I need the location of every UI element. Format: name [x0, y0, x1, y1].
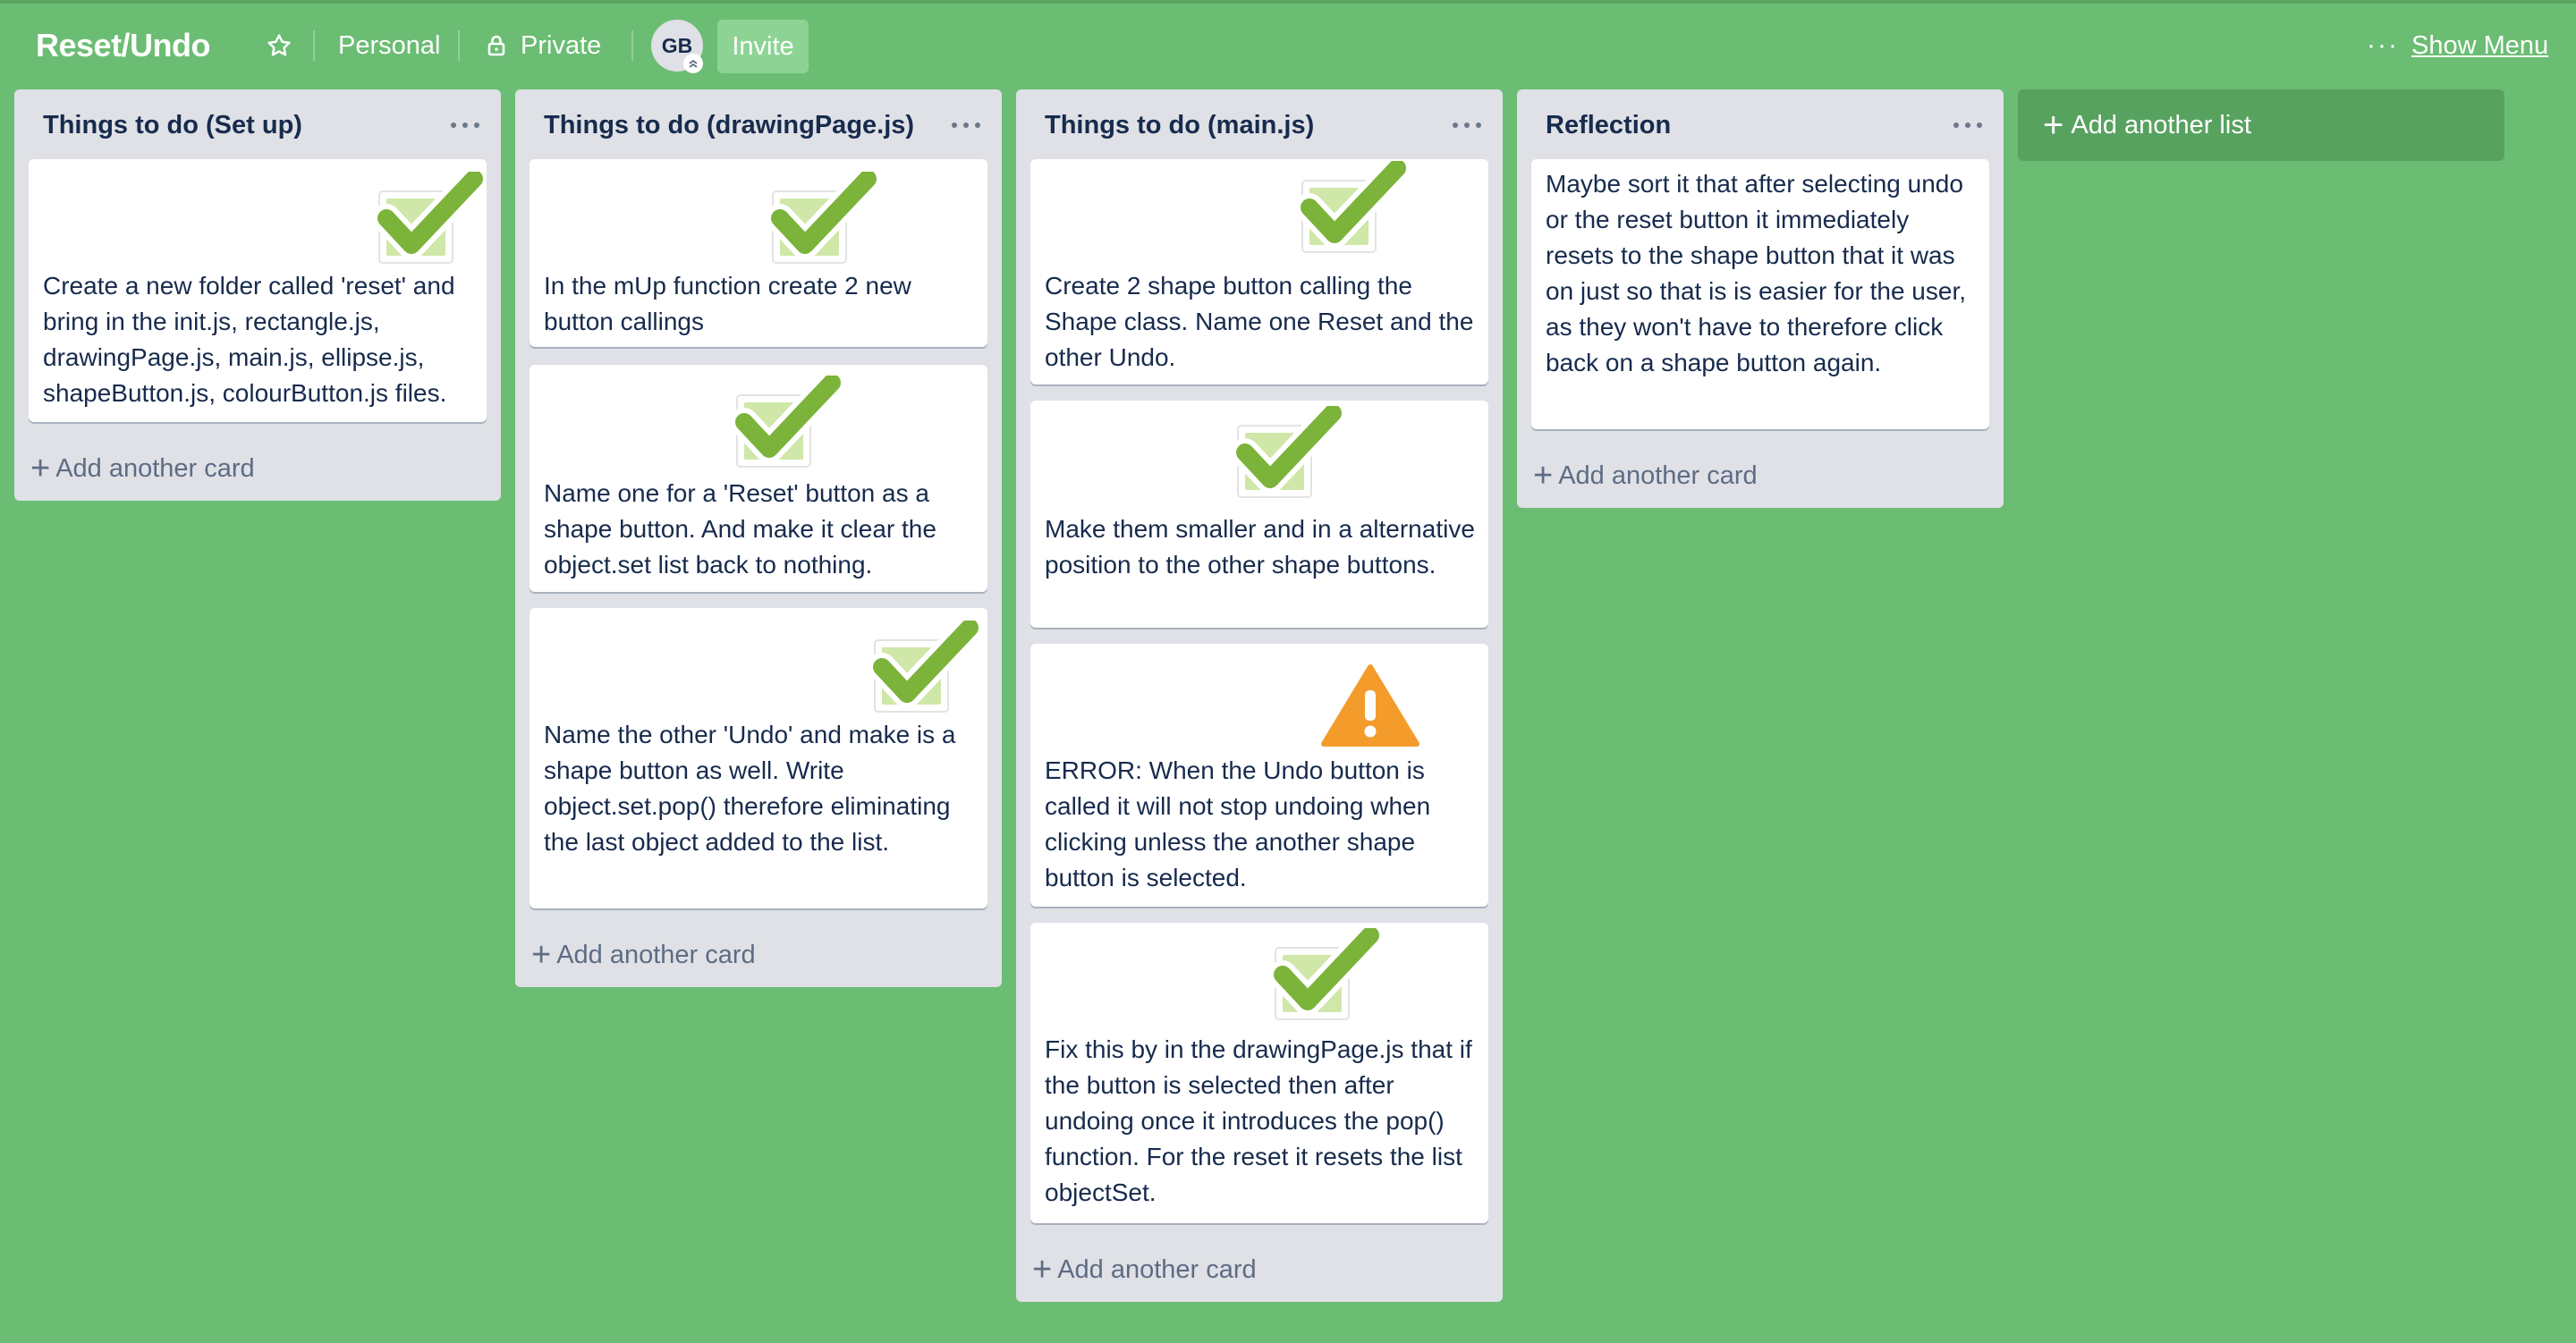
checkmark-icon — [1297, 161, 1410, 253]
plus-icon: + — [2043, 106, 2064, 145]
add-card-button[interactable]: + Add another card — [30, 449, 255, 488]
checkmark-icon — [374, 172, 487, 264]
header-divider — [458, 30, 460, 61]
add-card-label: Add another card — [556, 940, 756, 969]
board-header: Reset/Undo Personal Private GB Invite ··… — [0, 0, 2576, 86]
list-title[interactable]: Things to do (drawingPage.js) — [544, 111, 914, 140]
add-list-button[interactable]: + Add another list — [2018, 89, 2504, 161]
card[interactable]: Fix this by in the drawingPage.js that i… — [1030, 923, 1488, 1223]
card-text: In the mUp function create 2 new button … — [544, 272, 911, 335]
header-divider — [313, 30, 315, 61]
list-header[interactable]: Things to do (drawingPage.js) — [515, 89, 1002, 161]
add-card-button[interactable]: + Add another card — [1533, 456, 1758, 495]
card-text: Make them smaller and in a alternative p… — [1045, 515, 1475, 579]
card-text: ERROR: When the Undo button is called it… — [1045, 756, 1431, 891]
list-menu-icon[interactable] — [1447, 109, 1487, 141]
show-menu-link[interactable]: Show Menu — [2411, 21, 2548, 70]
card[interactable]: In the mUp function create 2 new button … — [530, 159, 987, 347]
list-reflection: Reflection Maybe sort it that after sele… — [1517, 89, 2004, 508]
ellipsis-icon[interactable]: ··· — [2367, 25, 2399, 66]
plus-icon: + — [30, 450, 51, 487]
plus-icon: + — [1533, 457, 1554, 494]
list-title[interactable]: Reflection — [1546, 111, 1671, 140]
checkmark-icon — [767, 172, 880, 264]
checkmark-icon — [1233, 406, 1345, 498]
star-button[interactable] — [256, 25, 302, 66]
checkmark-icon — [1270, 928, 1383, 1020]
card[interactable]: Create a new folder called 'reset' and b… — [29, 159, 487, 422]
list-header[interactable]: Things to do (main.js) — [1016, 89, 1503, 161]
admin-chevron-icon — [683, 54, 703, 73]
card-text: Name one for a 'Reset' button as a shape… — [544, 479, 936, 579]
plus-icon: + — [1032, 1251, 1053, 1288]
list-header[interactable]: Things to do (Set up) — [14, 89, 501, 161]
lock-icon — [487, 35, 505, 56]
plus-icon: + — [531, 936, 552, 974]
warning-icon — [1315, 658, 1426, 752]
checkmark-icon — [732, 376, 844, 468]
card-text: Name the other 'Undo' and make is a shap… — [544, 721, 956, 856]
team-button[interactable]: Personal — [326, 21, 453, 70]
checkmark-icon — [869, 621, 982, 713]
member-avatar[interactable]: GB — [651, 20, 703, 73]
card-text: Fix this by in the drawingPage.js that i… — [1045, 1035, 1472, 1206]
add-list-label: Add another list — [2071, 110, 2251, 139]
list-header[interactable]: Reflection — [1517, 89, 2004, 161]
list-things-to-do-main: Things to do (main.js) Create 2 shape bu… — [1016, 89, 1503, 1302]
list-things-to-do-setup: Things to do (Set up) Create a new folde… — [14, 89, 501, 501]
card-text: Create a new folder called 'reset' and b… — [43, 272, 455, 407]
visibility-button[interactable]: Private — [474, 21, 614, 70]
add-card-button[interactable]: + Add another card — [1032, 1250, 1257, 1289]
card-text: Maybe sort it that after selecting undo … — [1546, 170, 1967, 376]
card[interactable]: Name the other 'Undo' and make is a shap… — [530, 608, 987, 908]
add-card-button[interactable]: + Add another card — [531, 935, 756, 975]
card[interactable]: ERROR: When the Undo button is called it… — [1030, 644, 1488, 907]
card[interactable]: Name one for a 'Reset' button as a shape… — [530, 365, 987, 592]
list-title[interactable]: Things to do (Set up) — [43, 111, 302, 140]
card[interactable]: Maybe sort it that after selecting undo … — [1531, 159, 1989, 429]
list-things-to-do-drawingpage: Things to do (drawingPage.js) In the mUp… — [515, 89, 1002, 987]
card-text: Create 2 shape button calling the Shape … — [1045, 272, 1474, 371]
star-icon — [267, 34, 291, 56]
list-menu-icon[interactable] — [1948, 109, 1987, 141]
add-card-label: Add another card — [1558, 460, 1758, 490]
card[interactable]: Make them smaller and in a alternative p… — [1030, 401, 1488, 628]
add-card-label: Add another card — [55, 453, 255, 483]
invite-button[interactable]: Invite — [717, 20, 809, 73]
list-menu-icon[interactable] — [946, 109, 986, 141]
add-card-label: Add another card — [1057, 1254, 1257, 1284]
list-menu-icon[interactable] — [445, 109, 485, 141]
header-divider — [631, 30, 633, 61]
visibility-label: Private — [521, 30, 602, 60]
list-title[interactable]: Things to do (main.js) — [1045, 111, 1314, 140]
board-title[interactable]: Reset/Undo — [36, 20, 211, 72]
card[interactable]: Create 2 shape button calling the Shape … — [1030, 159, 1488, 384]
